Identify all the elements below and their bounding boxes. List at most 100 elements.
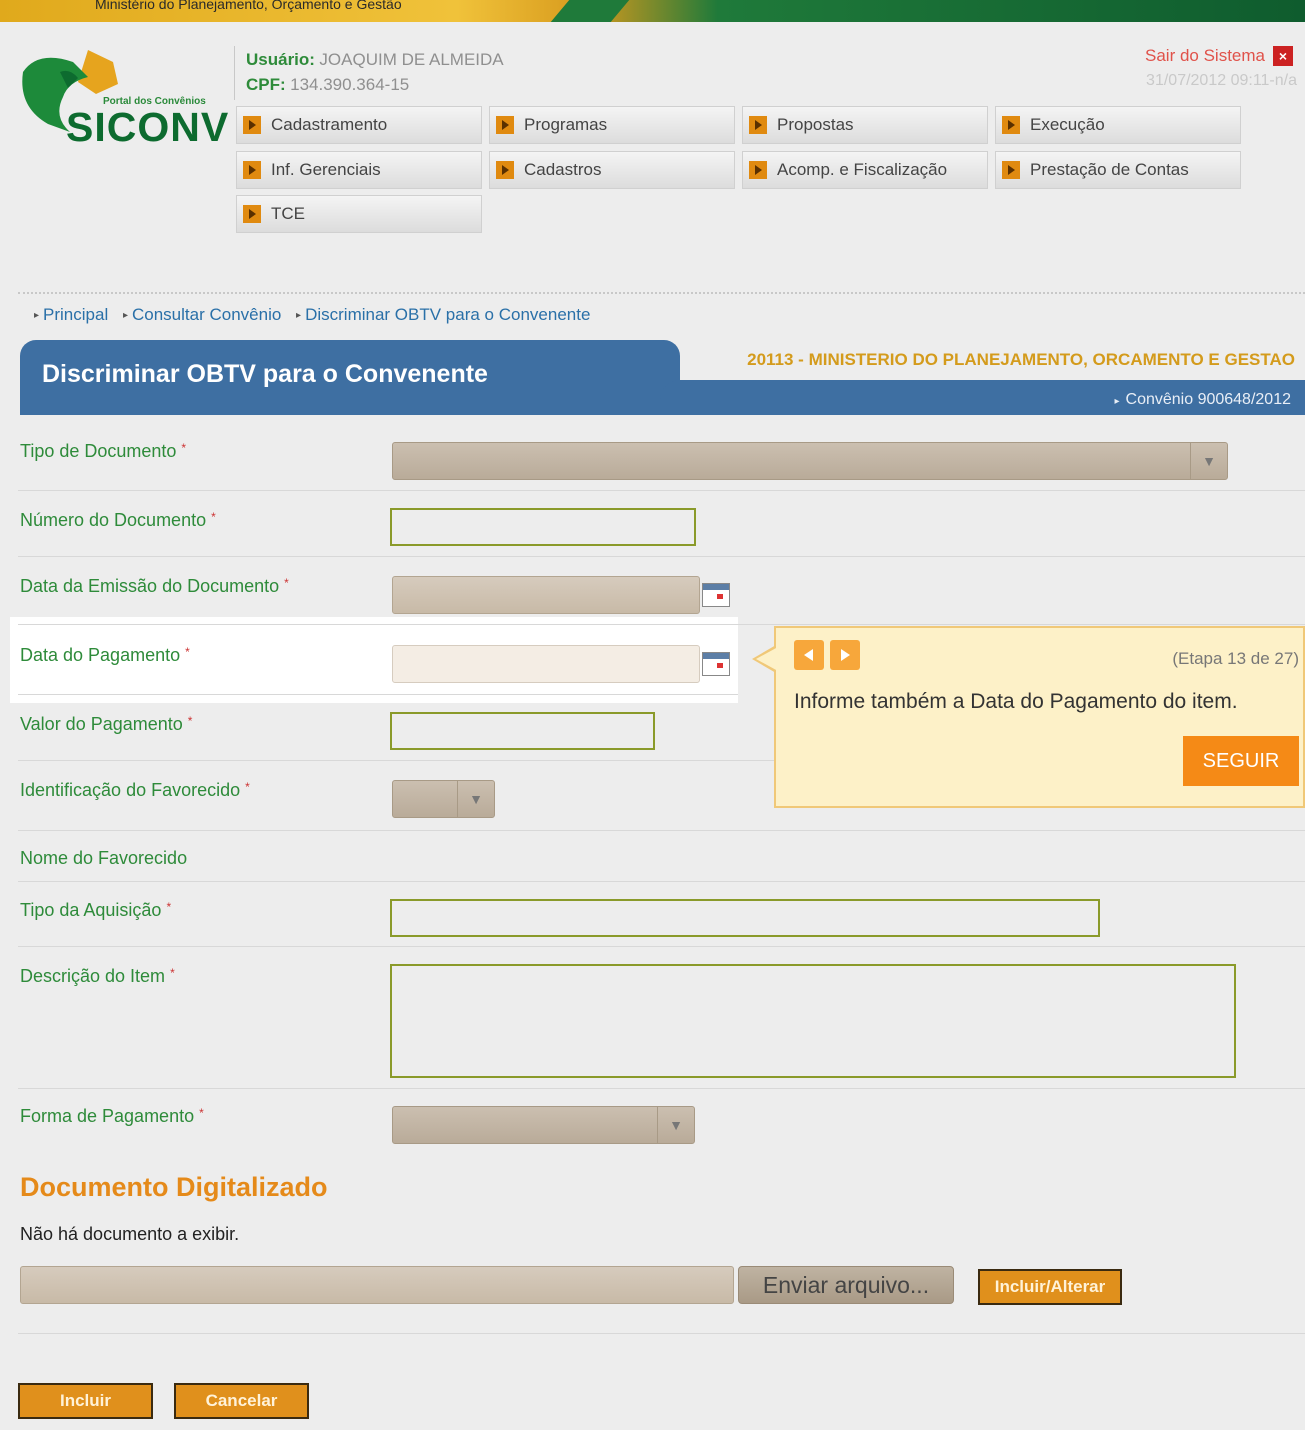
- arrow-right-icon: [496, 161, 514, 179]
- convenio-link[interactable]: ▸ Convênio 900648/2012: [1114, 391, 1291, 409]
- menu-acomp-fiscalizacao[interactable]: Acomp. e Fiscalização: [742, 151, 988, 189]
- data-pagamento-input[interactable]: [392, 645, 700, 683]
- arrow-right-icon: [841, 649, 850, 661]
- top-banner: Ministério do Planejamento, Orçamento e …: [0, 0, 1305, 22]
- arrow-right-icon: [243, 205, 261, 223]
- required-mark: *: [170, 966, 175, 980]
- cpf-info: CPF: 134.390.364-15: [246, 75, 409, 95]
- menu-label: Inf. Gerenciais: [271, 160, 381, 179]
- tipo-documento-select[interactable]: ▼: [392, 442, 1228, 480]
- user-label: Usuário:: [246, 50, 315, 69]
- chevron-down-icon[interactable]: ▼: [457, 781, 494, 817]
- breadcrumb-consultar-convenio[interactable]: Consultar Convênio: [132, 305, 281, 324]
- arrow-right-icon: [1002, 116, 1020, 134]
- user-name: JOAQUIM DE ALMEIDA: [319, 50, 504, 69]
- label-text: Tipo de Documento: [20, 441, 177, 461]
- row-divider: [18, 881, 1305, 882]
- cpf-value: 134.390.364-15: [290, 75, 410, 94]
- data-emissao-label: Data da Emissão do Documento *: [20, 576, 289, 597]
- menu-cadastros[interactable]: Cadastros: [489, 151, 735, 189]
- file-path-input[interactable]: [20, 1266, 734, 1304]
- required-mark: *: [245, 780, 250, 794]
- menu-tce[interactable]: TCE: [236, 195, 482, 233]
- chevron-right-icon: ▸: [1114, 396, 1120, 407]
- label-text: Descrição do Item: [20, 966, 166, 986]
- menu-prestacao-contas[interactable]: Prestação de Contas: [995, 151, 1241, 189]
- data-emissao-input[interactable]: [392, 576, 700, 614]
- nome-favorecido-label: Nome do Favorecido: [20, 848, 188, 868]
- forma-pagamento-select[interactable]: ▼: [392, 1106, 695, 1144]
- required-mark: *: [211, 510, 216, 524]
- valor-pagamento-input[interactable]: [390, 712, 655, 750]
- menu-inf-gerenciais[interactable]: Inf. Gerenciais: [236, 151, 482, 189]
- menu-label: Programas: [524, 115, 608, 134]
- menu-cadastramento[interactable]: Cadastramento: [236, 106, 482, 144]
- header-divider: [234, 46, 235, 100]
- data-pagamento-label: Data do Pagamento *: [20, 645, 190, 666]
- label-text: Data da Emissão do Documento: [20, 576, 280, 596]
- row-divider: [18, 624, 1305, 625]
- required-mark: *: [166, 900, 172, 914]
- close-icon[interactable]: ×: [1273, 46, 1293, 66]
- breadcrumb-current[interactable]: Discriminar OBTV para o Convenente: [305, 305, 590, 324]
- menu-label: Acomp. e Fiscalização: [777, 160, 948, 179]
- menu-label: Propostas: [777, 115, 854, 134]
- convenio-number: Convênio 900648/2012: [1125, 391, 1291, 408]
- menu-propostas[interactable]: Propostas: [742, 106, 988, 144]
- chevron-right-icon: ▸: [122, 310, 128, 322]
- tour-continue-button[interactable]: SEGUIR: [1183, 736, 1299, 786]
- tipo-aquisicao-input[interactable]: [390, 899, 1100, 937]
- descricao-item-textarea[interactable]: [390, 964, 1236, 1078]
- label-text: Identificação do Favorecido: [20, 780, 241, 800]
- numero-documento-label: Número do Documento *: [20, 510, 216, 531]
- tour-prev-button[interactable]: [794, 640, 824, 670]
- identificacao-favorecido-label: Identificação do Favorecido *: [20, 780, 250, 801]
- cancelar-button[interactable]: Cancelar: [174, 1383, 309, 1419]
- tour-step-counter: (Etapa 13 de 27): [1172, 649, 1299, 668]
- top-banner-text: Ministério do Planejamento, Orçamento e …: [95, 0, 402, 12]
- chevron-right-icon: ▸: [34, 310, 40, 322]
- section-title-documento: Documento Digitalizado: [20, 1172, 328, 1202]
- incluir-alterar-button[interactable]: Incluir/Alterar: [978, 1269, 1122, 1305]
- row-divider: [18, 830, 1305, 831]
- label-text: Data do Pagamento: [20, 645, 181, 665]
- arrow-right-icon: [749, 161, 767, 179]
- no-document-text: Não há documento a exibir.: [20, 1224, 240, 1244]
- chevron-down-icon[interactable]: ▼: [657, 1107, 694, 1143]
- chevron-down-icon[interactable]: ▼: [1190, 443, 1227, 479]
- tipo-aquisicao-label: Tipo da Aquisição *: [20, 900, 171, 921]
- descricao-item-label: Descrição do Item *: [20, 966, 175, 987]
- tour-message: Informe também a Data do Pagamento do it…: [794, 690, 1238, 713]
- numero-documento-input[interactable]: [390, 508, 696, 546]
- tooltip-pointer-fill: [756, 647, 778, 671]
- identificacao-favorecido-select[interactable]: ▼: [392, 780, 495, 818]
- menu-programas[interactable]: Programas: [489, 106, 735, 144]
- arrow-right-icon: [243, 161, 261, 179]
- incluir-button[interactable]: Incluir: [18, 1383, 153, 1419]
- arrow-right-icon: [496, 116, 514, 134]
- menu-label: TCE: [271, 204, 305, 223]
- row-divider: [18, 946, 1305, 947]
- upload-file-button[interactable]: Enviar arquivo...: [738, 1266, 954, 1304]
- menu-execucao[interactable]: Execução: [995, 106, 1241, 144]
- valor-pagamento-label: Valor do Pagamento *: [20, 714, 192, 735]
- required-mark: *: [185, 645, 190, 659]
- row-divider: [18, 1333, 1305, 1334]
- arrow-right-icon: [749, 116, 767, 134]
- arrow-left-icon: [804, 649, 813, 661]
- arrow-right-icon: [1002, 161, 1020, 179]
- ministry-name: 20113 - MINISTERIO DO PLANEJAMENTO, ORCA…: [747, 350, 1295, 369]
- section-divider: [18, 292, 1305, 294]
- tipo-documento-label: Tipo de Documento *: [20, 441, 186, 462]
- arrow-right-icon: [243, 116, 261, 134]
- session-datetime: 31/07/2012 09:11-n/a: [1146, 72, 1297, 89]
- required-mark: *: [187, 714, 193, 728]
- logout-link[interactable]: Sair do Sistema: [1145, 46, 1265, 66]
- logo-name: SICONV: [66, 104, 230, 150]
- calendar-icon[interactable]: [702, 652, 730, 676]
- tour-next-button[interactable]: [830, 640, 860, 670]
- breadcrumb-principal[interactable]: Principal: [43, 305, 108, 324]
- row-divider: [18, 760, 774, 761]
- calendar-icon[interactable]: [702, 583, 730, 607]
- chevron-right-icon: ▸: [296, 310, 302, 322]
